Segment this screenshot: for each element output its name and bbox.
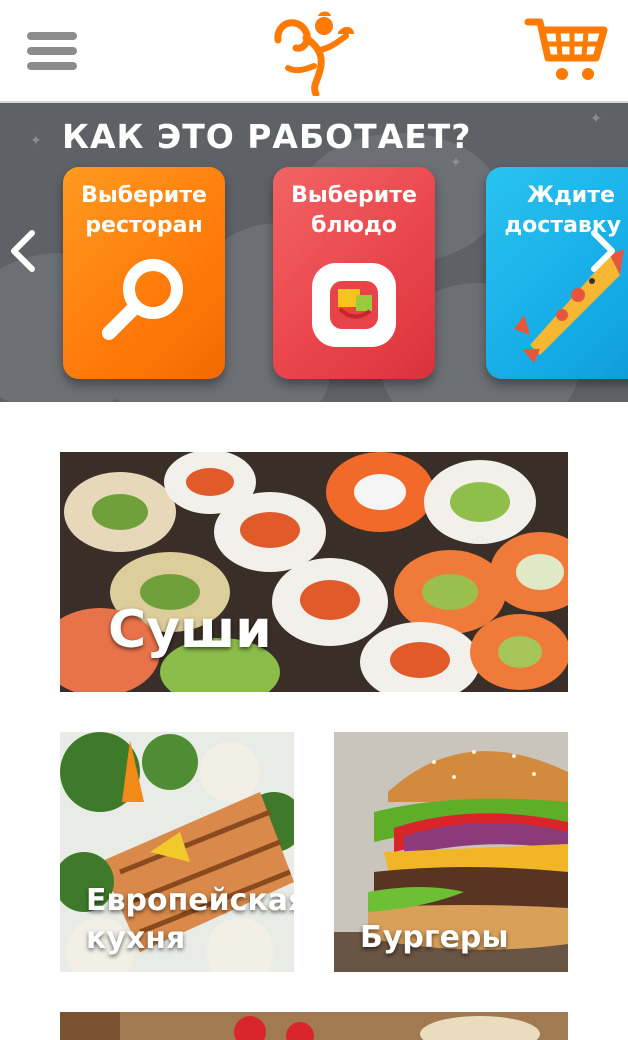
food-photo: [60, 1012, 568, 1040]
star-decoration: ✦: [590, 111, 602, 127]
how-it-works-carousel[interactable]: ✦ ✦ ✦ КАК ЭТО РАБОТАЕТ? Выберите рестора…: [0, 103, 628, 402]
food-plate-icon: [312, 263, 396, 347]
category-tile-sushi[interactable]: Суши: [60, 452, 568, 692]
category-label: Суши: [108, 600, 272, 660]
chevron-left-icon[interactable]: [8, 229, 38, 273]
banner-title: КАК ЭТО РАБОТАЕТ?: [62, 117, 472, 156]
star-decoration: ✦: [450, 155, 462, 171]
chef-running-logo[interactable]: [268, 10, 358, 96]
shopping-cart-icon[interactable]: [524, 16, 608, 84]
magnifier-icon: [102, 259, 183, 340]
chevron-right-icon[interactable]: [588, 229, 618, 273]
category-label: Бургеры: [360, 920, 509, 955]
step-label: Выберите блюдо: [291, 183, 417, 238]
hamburger-menu-icon[interactable]: [27, 32, 77, 70]
step-card-choose-restaurant[interactable]: Выберите ресторан: [63, 167, 225, 379]
category-label: Европейская кухня: [86, 883, 294, 956]
step-card-wait-delivery[interactable]: Ждите доставку :: [486, 167, 628, 379]
step-card-choose-dish[interactable]: Выберите блюдо: [273, 167, 435, 379]
app-header: [0, 0, 628, 103]
category-tile-burgers[interactable]: Бургеры: [334, 732, 568, 972]
category-tile-next[interactable]: [60, 1012, 568, 1040]
step-label: Выберите ресторан: [81, 183, 207, 238]
star-decoration: ✦: [30, 133, 42, 149]
category-tile-european[interactable]: Европейская кухня: [60, 732, 294, 972]
